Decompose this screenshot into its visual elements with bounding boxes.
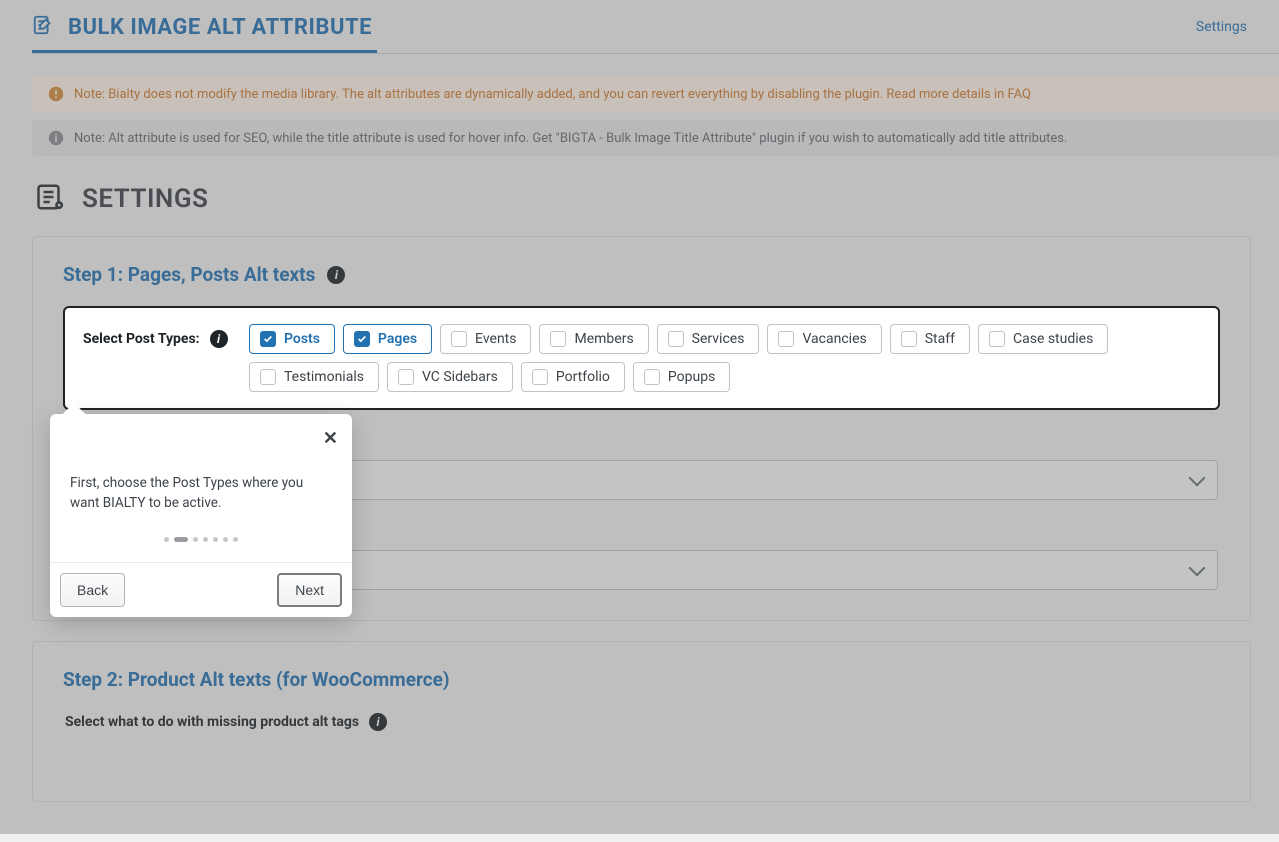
notice-warning: Note: Bialty does not modify the media l…	[32, 76, 1279, 112]
checkbox-icon	[398, 369, 414, 385]
post-type-chip[interactable]: Case studies	[978, 324, 1108, 354]
step-progress-dots	[70, 537, 332, 542]
post-type-chip[interactable]: Services	[657, 324, 760, 354]
settings-gear-list-icon	[36, 182, 66, 216]
settings-link[interactable]: Settings	[1196, 19, 1247, 35]
post-types-label-row: Select Post Types: i	[83, 324, 233, 348]
checkbox-icon	[989, 331, 1005, 347]
post-type-chip[interactable]: Testimonials	[249, 362, 379, 392]
checkbox-icon	[354, 331, 370, 347]
post-type-chip-label: Vacancies	[802, 331, 866, 347]
step2-card: Step 2: Product Alt texts (for WooCommer…	[32, 641, 1251, 802]
onboarding-tooltip: ✕ First, choose the Post Types where you…	[50, 414, 352, 617]
step-dot	[193, 537, 198, 542]
header-left: BULK IMAGE ALT ATTRIBUTE	[32, 14, 372, 40]
post-types-chips: Posts Pages Events Members Services Vaca…	[249, 324, 1200, 392]
step-dot	[164, 537, 169, 542]
post-type-chip[interactable]: Members	[539, 324, 648, 354]
doc-edit-icon	[32, 14, 54, 40]
step2-label: Select what to do with missing product a…	[65, 714, 359, 730]
post-type-chip[interactable]: Events	[440, 324, 531, 354]
checkbox-icon	[550, 331, 566, 347]
step1-heading: Step 1: Pages, Posts Alt texts	[63, 263, 315, 286]
info-badge-icon[interactable]: i	[369, 713, 387, 731]
notice-info-text: Note: Alt attribute is used for SEO, whi…	[74, 131, 1067, 146]
step-dot	[233, 537, 238, 542]
post-type-chip-label: Case studies	[1013, 331, 1093, 347]
next-button[interactable]: Next	[277, 573, 342, 607]
notice-warning-prefix: Note: Bialty does not modify the media l…	[74, 87, 886, 102]
step-dot-active	[174, 537, 188, 542]
section-header: SETTINGS	[36, 182, 1279, 216]
post-type-chip-label: Members	[574, 331, 633, 347]
chevron-down-icon	[1189, 470, 1206, 487]
post-type-chip-label: Pages	[378, 331, 417, 347]
checkbox-icon	[260, 331, 276, 347]
checkbox-icon	[532, 369, 548, 385]
checkbox-icon	[901, 331, 917, 347]
chevron-down-icon	[1189, 560, 1206, 577]
info-icon	[48, 130, 64, 146]
post-type-chip-label: Staff	[925, 331, 955, 347]
post-type-chip-label: Posts	[284, 331, 320, 347]
post-type-chip-label: Portfolio	[556, 369, 610, 385]
post-type-chip-label: Events	[475, 331, 516, 347]
notice-warning-text: Note: Bialty does not modify the media l…	[74, 87, 1031, 102]
info-badge-icon[interactable]: i	[210, 330, 228, 348]
step2-label-row: Select what to do with missing product a…	[65, 713, 1218, 731]
back-button[interactable]: Back	[60, 573, 125, 607]
faq-link[interactable]: Read more details in FAQ	[886, 87, 1031, 102]
checkbox-icon	[644, 369, 660, 385]
post-type-chip[interactable]: Vacancies	[767, 324, 881, 354]
post-type-chip[interactable]: VC Sidebars	[387, 362, 513, 392]
step-dot	[203, 537, 208, 542]
post-type-chip[interactable]: Pages	[343, 324, 432, 354]
step-dot	[223, 537, 228, 542]
checkbox-icon	[778, 331, 794, 347]
step2-heading-row: Step 2: Product Alt texts (for WooCommer…	[63, 668, 1220, 691]
post-type-chip-label: Testimonials	[284, 369, 364, 385]
post-type-chip[interactable]: Portfolio	[521, 362, 625, 392]
section-title: SETTINGS	[82, 184, 208, 214]
warning-icon	[48, 86, 64, 102]
step1-heading-row: Step 1: Pages, Posts Alt texts i	[63, 263, 1220, 286]
post-type-chip[interactable]: Posts	[249, 324, 335, 354]
post-type-chip[interactable]: Popups	[633, 362, 730, 392]
post-type-chip[interactable]: Staff	[890, 324, 970, 354]
tabs-divider	[32, 53, 1279, 54]
page-title: BULK IMAGE ALT ATTRIBUTE	[68, 15, 372, 40]
close-icon[interactable]: ✕	[323, 430, 338, 448]
checkbox-icon	[260, 369, 276, 385]
step-dot	[213, 537, 218, 542]
checkbox-icon	[451, 331, 467, 347]
notice-info: Note: Alt attribute is used for SEO, whi…	[32, 120, 1279, 156]
post-type-chip-label: Services	[692, 331, 745, 347]
post-types-label: Select Post Types:	[83, 331, 200, 347]
post-types-highlight: Select Post Types: i Posts Pages Events …	[63, 306, 1220, 410]
header: BULK IMAGE ALT ATTRIBUTE Settings	[0, 0, 1279, 40]
step2-heading: Step 2: Product Alt texts (for WooCommer…	[63, 668, 450, 691]
checkbox-icon	[668, 331, 684, 347]
post-type-chip-label: Popups	[668, 369, 715, 385]
info-badge-icon[interactable]: i	[327, 266, 345, 284]
tooltip-text: First, choose the Post Types where you w…	[70, 474, 332, 513]
post-type-chip-label: VC Sidebars	[422, 369, 498, 385]
